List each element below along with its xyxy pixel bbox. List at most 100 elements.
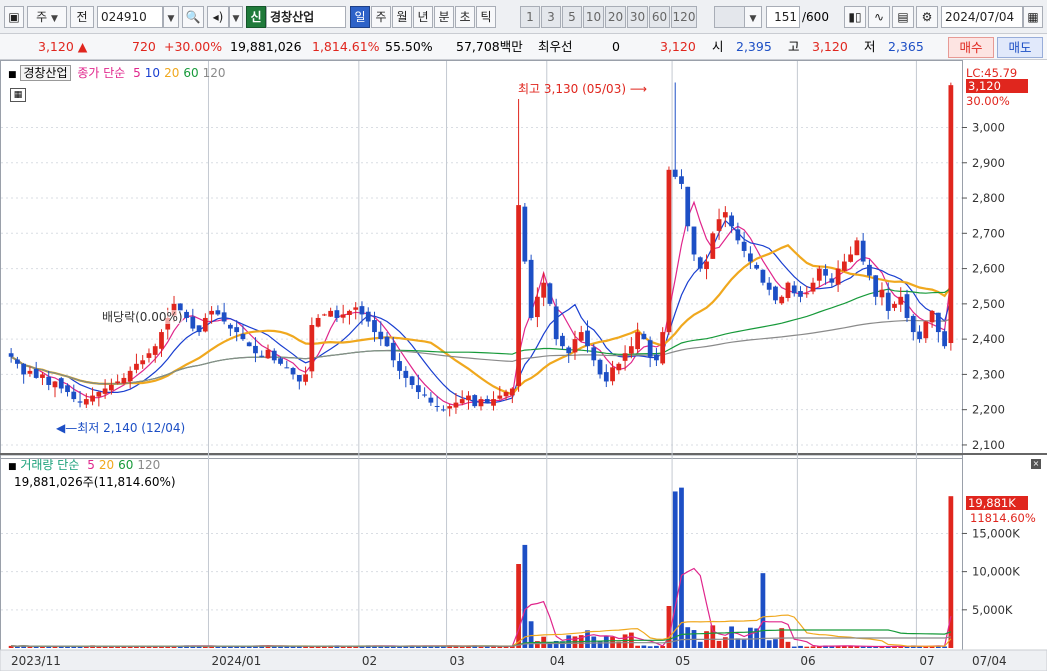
interval-tab[interactable]: 10 xyxy=(583,6,604,28)
collapse-panel-icon[interactable]: × xyxy=(1031,459,1041,469)
interval-tab[interactable]: 5 xyxy=(562,6,582,28)
candle xyxy=(835,260,841,292)
volume-ma-period-120[interactable]: 120 xyxy=(137,458,160,472)
volume-bar xyxy=(27,646,33,648)
interval-tab[interactable]: 60 xyxy=(649,6,670,28)
volume-bar xyxy=(804,646,810,648)
stock-dropdown-icon[interactable]: ▼ xyxy=(229,6,243,28)
candle xyxy=(196,325,202,336)
low-label: 저 xyxy=(864,39,876,54)
panel-square-icon: ■ xyxy=(8,70,17,80)
interval-tab[interactable]: 1 xyxy=(520,6,540,28)
interval-tab[interactable]: 120 xyxy=(671,6,697,28)
candle xyxy=(321,313,327,316)
price-tick-label: 2,300 xyxy=(972,367,1005,381)
prev-button[interactable]: 전 xyxy=(70,6,94,28)
buy-button[interactable]: 매수 xyxy=(948,37,994,58)
candle xyxy=(710,231,716,259)
volume-bar xyxy=(785,641,791,648)
candle xyxy=(791,281,797,297)
trend-line-icon[interactable]: ∿ xyxy=(868,6,890,28)
x-tick-label: 03 xyxy=(450,654,465,668)
candle xyxy=(647,336,653,368)
candle xyxy=(535,287,540,328)
volume-ma-period-5[interactable]: 5 xyxy=(87,458,95,472)
candle xyxy=(528,254,534,321)
price-panel-stock-name[interactable]: 경창산업 xyxy=(20,65,71,81)
volume-ma-period-60[interactable]: 60 xyxy=(118,458,133,472)
volume-ma-line-5 xyxy=(11,567,952,648)
x-tick-label: 07 xyxy=(919,654,934,668)
candle xyxy=(397,353,402,380)
volume-bar xyxy=(71,646,77,648)
volume-title[interactable]: 거래량 단순 xyxy=(20,458,79,472)
interval-dropdown-icon[interactable]: ▼ xyxy=(744,6,762,28)
date-input[interactable]: 2024/07/04 xyxy=(941,6,1023,28)
code-dropdown-icon[interactable]: ▼ xyxy=(163,6,179,28)
candle xyxy=(748,246,753,270)
ma-period-120[interactable]: 120 xyxy=(203,66,226,80)
calendar-icon[interactable]: ▦ xyxy=(1023,6,1043,28)
volume-bar xyxy=(672,491,678,648)
display-count-input[interactable]: 151 xyxy=(766,6,800,28)
candle xyxy=(879,282,885,306)
candle xyxy=(509,387,515,404)
ma-period-60[interactable]: 60 xyxy=(183,66,198,80)
layout-icon[interactable]: ▣ xyxy=(4,6,24,28)
candle xyxy=(190,308,196,332)
volume-bar xyxy=(522,544,528,648)
period-tab[interactable]: 초 xyxy=(455,6,475,28)
search-icon[interactable]: 🔍 xyxy=(182,6,204,28)
interval-tab[interactable]: 3 xyxy=(541,6,561,28)
market-type-select[interactable]: 주 ▼ xyxy=(27,6,67,28)
interval-tab[interactable]: 20 xyxy=(605,6,626,28)
period-tab[interactable]: 년 xyxy=(413,6,433,28)
ma-period-5[interactable]: 5 xyxy=(133,66,141,80)
period-tab[interactable]: 틱 xyxy=(476,6,496,28)
x-tick-label: 02 xyxy=(362,654,377,668)
candle xyxy=(679,169,684,190)
sell-button[interactable]: 매도 xyxy=(997,37,1043,58)
arrow-left-icon: ◀— xyxy=(56,421,78,435)
candle xyxy=(666,166,672,335)
period-tab[interactable]: 일 xyxy=(350,6,370,28)
save-icon[interactable]: ▤ xyxy=(892,6,914,28)
candle xyxy=(516,98,521,392)
price-tick-label: 2,200 xyxy=(972,403,1005,417)
ma-label[interactable]: 종가 단순 xyxy=(77,66,125,80)
candle xyxy=(127,366,133,389)
ask-price: 3,120 xyxy=(660,39,696,54)
candle xyxy=(271,348,277,364)
candle xyxy=(798,286,803,303)
volume-bar xyxy=(748,627,753,648)
volume-tick-label: 10,000K xyxy=(972,565,1020,579)
candle xyxy=(491,391,496,411)
chart-table-icon[interactable]: ▦ xyxy=(10,88,26,102)
period-tab[interactable]: 분 xyxy=(434,6,454,28)
turnover-rate: 55.50% xyxy=(385,39,433,54)
candle xyxy=(816,265,822,288)
period-tab[interactable]: 월 xyxy=(392,6,412,28)
volume-tick-label: 15,000K xyxy=(972,526,1020,540)
volume-bar xyxy=(478,646,484,648)
period-tab[interactable]: 주 xyxy=(371,6,391,28)
candle xyxy=(910,314,916,341)
interval-tab[interactable]: 30 xyxy=(627,6,648,28)
candle xyxy=(353,302,359,320)
candle xyxy=(841,253,847,272)
price-tick-label: 2,700 xyxy=(972,226,1005,240)
speaker-icon[interactable]: ◂) xyxy=(207,6,229,28)
stock-code-input[interactable]: 024910 xyxy=(97,6,163,28)
volume-bar xyxy=(340,646,346,648)
trade-volume: 19,881,026 xyxy=(230,39,302,54)
gear-icon[interactable]: ⚙ xyxy=(916,6,938,28)
candle xyxy=(328,307,334,317)
candle-type-icon[interactable]: ▮▯ xyxy=(844,6,866,28)
candle xyxy=(522,202,528,264)
stock-chart[interactable]: 3,000 2,900 2,800 2,700 2,600 2,500 2,400 2,300… xyxy=(0,60,1047,671)
ma-period-20[interactable]: 20 xyxy=(164,66,179,80)
ma-period-10[interactable]: 10 xyxy=(145,66,160,80)
candle xyxy=(553,298,559,346)
current-price: 3,120 ▲ xyxy=(38,39,88,54)
volume-ma-period-20[interactable]: 20 xyxy=(99,458,114,472)
